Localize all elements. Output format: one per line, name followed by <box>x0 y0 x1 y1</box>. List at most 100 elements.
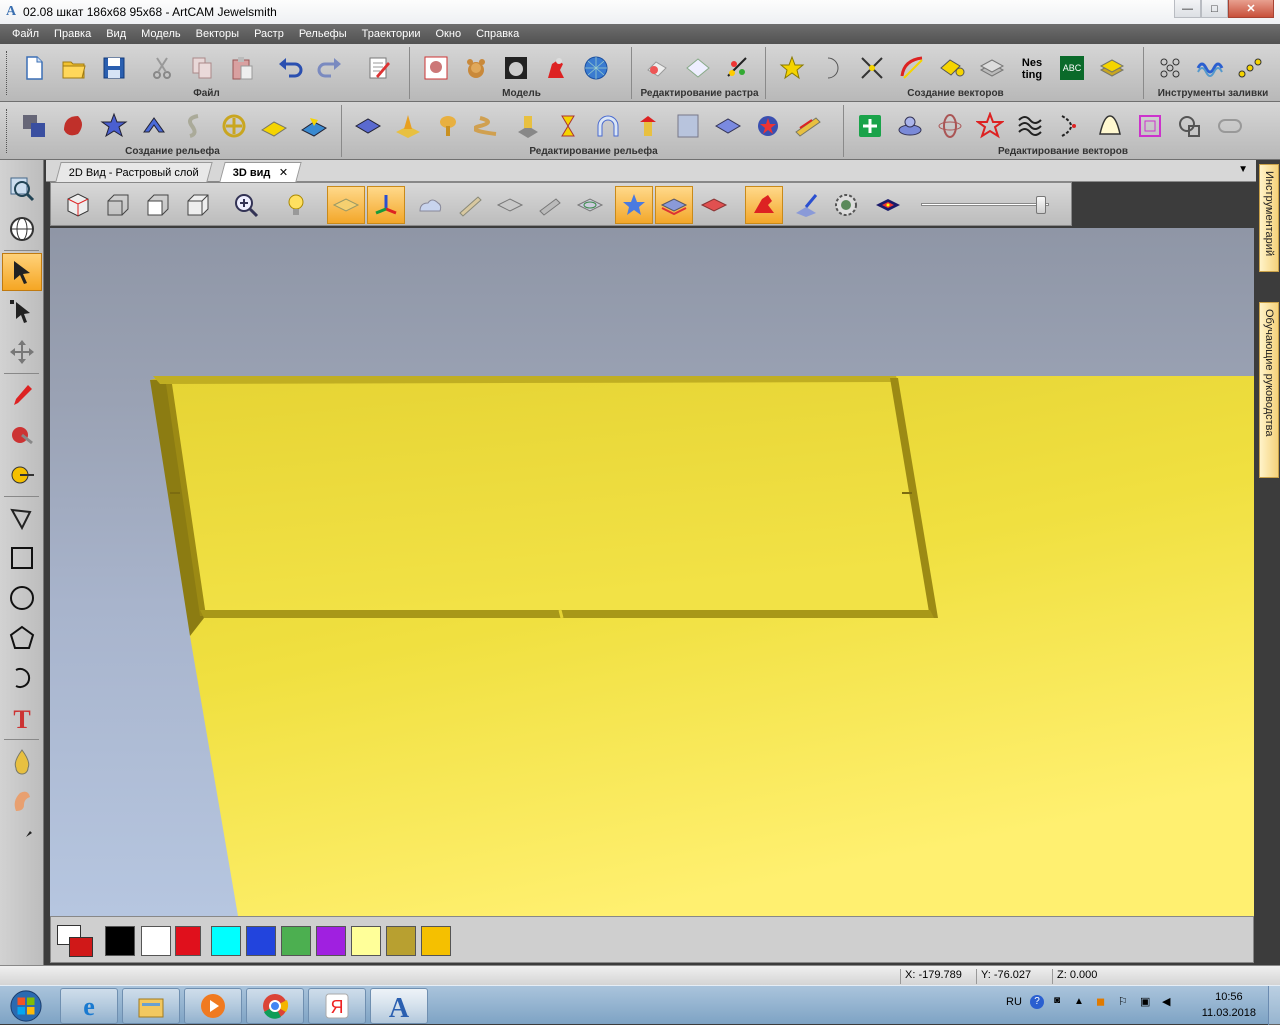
close-button[interactable]: ✕ <box>1228 0 1274 18</box>
relief-peak-icon[interactable] <box>390 108 426 144</box>
star-vector-icon[interactable] <box>774 50 810 86</box>
copy-icon[interactable] <box>184 50 220 86</box>
taskbar-explorer-icon[interactable] <box>122 988 180 1024</box>
color-swatch-red[interactable] <box>175 926 201 956</box>
render-stick-icon[interactable] <box>451 186 489 224</box>
tray-app-icon[interactable]: ◼ <box>1096 995 1105 1008</box>
vector-offset-star-icon[interactable] <box>972 108 1008 144</box>
minimize-button[interactable]: — <box>1174 0 1201 18</box>
tab-list-chevron-down-icon[interactable]: ▼ <box>1238 164 1248 175</box>
raster-outline-icon[interactable] <box>680 50 716 86</box>
tab-3d-view[interactable]: 3D вид ✕ <box>219 162 302 182</box>
relief-tower-icon[interactable] <box>630 108 666 144</box>
vector-wave-icon[interactable] <box>1012 108 1048 144</box>
render-red-layer-icon[interactable] <box>695 186 733 224</box>
menu-window[interactable]: Окно <box>436 28 462 40</box>
measure-tape-icon[interactable] <box>2 456 42 494</box>
bear-grayscale-icon[interactable] <box>498 50 534 86</box>
zoom-view-icon[interactable] <box>227 186 265 224</box>
tab-close-icon[interactable]: ✕ <box>278 166 287 179</box>
polyline-icon[interactable] <box>2 499 42 537</box>
language-indicator[interactable]: RU <box>1006 996 1022 1008</box>
relief-wedge-icon[interactable] <box>790 108 826 144</box>
menu-model[interactable]: Модель <box>141 28 180 40</box>
color-swatch-black[interactable] <box>105 926 135 956</box>
vector-bell-icon[interactable] <box>1092 108 1128 144</box>
render-star-icon[interactable] <box>615 186 653 224</box>
vector-weld-icon[interactable] <box>1172 108 1208 144</box>
paste-icon[interactable] <box>224 50 260 86</box>
render-eye-icon[interactable] <box>571 186 609 224</box>
fill-dots-icon[interactable] <box>1152 50 1188 86</box>
color-swatch-white[interactable] <box>141 926 171 956</box>
render-brush-icon[interactable] <box>787 186 825 224</box>
color-swatch-gold[interactable] <box>421 926 451 956</box>
menu-vectors[interactable]: Векторы <box>196 28 239 40</box>
vector-round-rect-icon[interactable] <box>1212 108 1248 144</box>
vector-stack-icon[interactable] <box>1094 50 1130 86</box>
circle-icon[interactable] <box>2 579 42 617</box>
render-layer-icon[interactable] <box>655 186 693 224</box>
render-block-icon[interactable] <box>491 186 529 224</box>
menu-reliefs[interactable]: Рельефы <box>299 28 347 40</box>
cut-icon[interactable] <box>144 50 180 86</box>
notes-icon[interactable] <box>360 50 396 86</box>
render-figure-icon[interactable] <box>745 186 783 224</box>
axes-icon[interactable] <box>367 186 405 224</box>
polygon-icon[interactable] <box>2 619 42 657</box>
relief-spin-icon[interactable] <box>176 108 212 144</box>
paint-brush-icon[interactable] <box>2 416 42 454</box>
view-side-cube-icon[interactable] <box>179 186 217 224</box>
open-folder-icon[interactable] <box>56 50 92 86</box>
arc-icon[interactable] <box>2 659 42 697</box>
globe-view-icon[interactable] <box>2 210 42 248</box>
clock[interactable]: 10:56 11.03.2018 <box>1202 989 1256 1021</box>
color-swatch-olive[interactable] <box>386 926 416 956</box>
model-image-icon[interactable] <box>418 50 454 86</box>
vector-frame-icon[interactable] <box>1132 108 1168 144</box>
color-swatch-light-yellow[interactable] <box>351 926 381 956</box>
help-icon[interactable]: ? <box>1030 995 1044 1009</box>
relief-mushroom-icon[interactable] <box>430 108 466 144</box>
pencil-draw-icon[interactable] <box>2 376 42 414</box>
maximize-button[interactable]: □ <box>1201 0 1228 18</box>
render-diamond-icon[interactable] <box>869 186 907 224</box>
rectangle-icon[interactable] <box>2 539 42 577</box>
relief-view-plane-icon[interactable] <box>327 186 365 224</box>
taskbar-ie-icon[interactable]: e <box>60 988 118 1024</box>
zoom-window-icon[interactable] <box>2 170 42 208</box>
relief-plane-icon[interactable] <box>256 108 292 144</box>
taskbar-artcam-icon[interactable]: A <box>370 988 428 1024</box>
knife-tool-icon[interactable] <box>2 822 42 860</box>
figure-red-icon[interactable] <box>538 50 574 86</box>
vector-add-icon[interactable] <box>852 108 888 144</box>
tray-expand-icon[interactable]: ▲ <box>1074 996 1084 1007</box>
render-tool-icon[interactable] <box>531 186 569 224</box>
relief-panel-icon[interactable] <box>670 108 706 144</box>
menu-file[interactable]: Файл <box>12 28 39 40</box>
flag-icon[interactable]: ⚐ <box>1118 995 1128 1008</box>
text-tool-icon[interactable]: T <box>2 699 42 737</box>
toolbox-tab[interactable]: Инструментарий <box>1259 164 1279 272</box>
start-button[interactable] <box>4 987 48 1025</box>
teddy-bear-icon[interactable] <box>458 50 494 86</box>
vector-node-icon[interactable] <box>1052 108 1088 144</box>
relief-flat-icon[interactable] <box>350 108 386 144</box>
slider-knob[interactable] <box>1036 196 1046 214</box>
relief-hourglass-icon[interactable] <box>550 108 586 144</box>
view-iso-cube-icon[interactable] <box>59 186 97 224</box>
menu-raster[interactable]: Растр <box>254 28 284 40</box>
relief-star-badge-icon[interactable] <box>750 108 786 144</box>
scissors-vector-icon[interactable] <box>854 50 890 86</box>
color-swatch-green[interactable] <box>281 926 311 956</box>
network-icon[interactable]: ▣ <box>1140 995 1150 1008</box>
view-front-cube-icon[interactable] <box>99 186 137 224</box>
menu-toolpaths[interactable]: Траектории <box>362 28 421 40</box>
render-cloud-icon[interactable] <box>411 186 449 224</box>
color-swatch-purple[interactable] <box>316 926 346 956</box>
relief-extrude-icon[interactable] <box>136 108 172 144</box>
taskbar-yandex-icon[interactable]: Я <box>308 988 366 1024</box>
taskbar-chrome-icon[interactable] <box>246 988 304 1024</box>
vector-ellipse-icon[interactable] <box>932 108 968 144</box>
fg-bg-color-swatch[interactable] <box>57 925 95 957</box>
